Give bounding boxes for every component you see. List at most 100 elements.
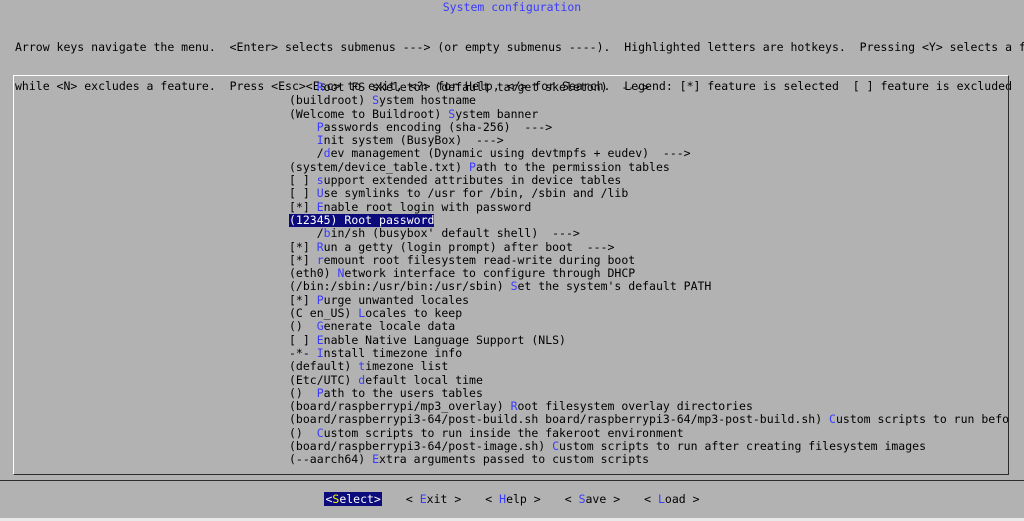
menu-item-label: ev management (Dynamic using devtmpfs + … bbox=[330, 146, 691, 161]
menu-item[interactable]: [*] Enable root login with password bbox=[289, 200, 1009, 214]
menu-item-hotkey: E bbox=[316, 332, 324, 347]
menu-item[interactable]: (eth0) Network interface to configure th… bbox=[289, 267, 1009, 280]
menu-item-hotkey: d bbox=[323, 146, 331, 161]
menu-item-label: nit system (BusyBox) ---> bbox=[323, 133, 504, 148]
menu-item[interactable]: () Custom scripts to run inside the fake… bbox=[289, 425, 1009, 440]
menu-item-prefix: (buildroot) bbox=[289, 93, 373, 108]
help-line: Arrow keys navigate the menu. <Enter> se… bbox=[15, 39, 1024, 54]
menu-item[interactable]: Root FS skeleton (default target skeleto… bbox=[289, 81, 1009, 94]
menu-item-hotkey: C bbox=[829, 412, 836, 427]
menu-item-prefix: () bbox=[289, 385, 317, 400]
menu-item-prefix: / bbox=[289, 146, 324, 161]
menu-item[interactable]: [*] Purge unwanted locales bbox=[289, 292, 1009, 307]
button-label-part: < bbox=[564, 492, 579, 506]
menu-item-hotkey: P bbox=[316, 385, 324, 400]
menu-item-prefix: [*] bbox=[289, 252, 317, 267]
menu-item-prefix: (system/device_table.txt) bbox=[289, 159, 470, 174]
menu-item-prefix: -*- bbox=[289, 345, 317, 360]
menu-item-label: ocales to keep bbox=[365, 306, 463, 321]
window-title: System configuration bbox=[442, 0, 582, 14]
menu-item-label: etwork interface to configure through DH… bbox=[344, 266, 636, 281]
menu-item-prefix: (board/raspberrypi3-64/post-build.sh boa… bbox=[289, 412, 830, 427]
menu-item-hotkey: E bbox=[372, 452, 380, 467]
menu-item-prefix: [ ] bbox=[289, 173, 317, 188]
menu-item[interactable]: /dev management (Dynamic using devtmpfs … bbox=[289, 147, 1009, 160]
menu-item-hotkey: P bbox=[316, 119, 324, 134]
menu-item-hotkey: s bbox=[316, 173, 324, 188]
menu-item[interactable]: () Generate locale data bbox=[289, 320, 1009, 333]
menu-item-prefix: (12345) bbox=[289, 212, 345, 227]
menu-item-prefix: [*] bbox=[289, 292, 317, 307]
menu-item[interactable]: (Etc/UTC) default local time bbox=[289, 372, 1009, 387]
menu-item-label: imezone list bbox=[365, 359, 449, 374]
menu-item-prefix: [ ] bbox=[289, 332, 317, 347]
menu-item[interactable]: (C en_US) Locales to keep bbox=[289, 306, 1009, 321]
menu-item-hotkey: I bbox=[316, 345, 324, 360]
button-label-part: < bbox=[485, 492, 500, 506]
menu-item-label: et the system's default PATH bbox=[517, 279, 712, 294]
button-hotkey: L bbox=[657, 492, 665, 506]
menu-item-prefix bbox=[289, 133, 317, 147]
menu-item-prefix: (eth0) bbox=[289, 266, 338, 281]
menu-item[interactable]: Passwords encoding (sha-256) ---> bbox=[289, 119, 1009, 134]
button-hotkey: E bbox=[419, 492, 427, 506]
load-button[interactable]: < Load > bbox=[644, 492, 699, 506]
menu-item-label: ystem hostname bbox=[379, 93, 476, 108]
menu-item-label: se symlinks to /usr for /bin, /sbin and … bbox=[323, 186, 629, 201]
menu-item[interactable]: (12345) Root password bbox=[289, 212, 435, 228]
menu-item-hotkey: S bbox=[372, 93, 380, 108]
menu-item-label: asswords encoding (sha-256) ---> bbox=[323, 119, 553, 134]
menu-item[interactable]: (default) timezone list bbox=[289, 360, 1009, 373]
menu-item[interactable]: [ ] Use symlinks to /usr for /bin, /sbin… bbox=[289, 187, 1009, 200]
menu-item-prefix: (C en_US) bbox=[289, 306, 359, 321]
select-button[interactable]: <Select> bbox=[324, 492, 382, 506]
menu-item[interactable]: (board/raspberrypi3-64/post-image.sh) Cu… bbox=[289, 439, 1009, 454]
menu-item-prefix: (/bin:/sbin:/usr/bin:/usr/sbin) bbox=[289, 279, 511, 294]
menu-item[interactable]: [ ] support extended attributes in devic… bbox=[289, 173, 1009, 188]
menu-item-label: efault local time bbox=[365, 372, 483, 387]
menu-item-hotkey: C bbox=[316, 425, 324, 440]
menu-item-prefix bbox=[289, 120, 317, 134]
menu-item-hotkey: S bbox=[510, 279, 518, 294]
menu-item-prefix: [*] bbox=[289, 239, 317, 254]
menu-item-prefix: / bbox=[289, 226, 324, 241]
exit-button[interactable]: < Exit > bbox=[406, 492, 461, 506]
menu-item-label: oot filesystem overlay directories bbox=[517, 399, 753, 414]
menu-item[interactable]: (board/raspberrypi/mp3_overlay) Root fil… bbox=[289, 399, 1009, 414]
menu-item[interactable]: () Path to the users tables bbox=[289, 385, 1009, 400]
menu-item-label: enerate locale data bbox=[323, 319, 456, 334]
menu-item-label: ystem banner bbox=[455, 106, 539, 121]
menu-item[interactable]: Init system (BusyBox) ---> bbox=[289, 134, 1009, 147]
menu-item[interactable]: (--aarch64) Extra arguments passed to cu… bbox=[289, 453, 1009, 466]
menu-item-label: urge unwanted locales bbox=[323, 292, 470, 307]
menu-item[interactable]: [ ] Enable Native Language Support (NLS) bbox=[289, 332, 1009, 347]
menu-item[interactable]: [*] remount root filesystem read-write d… bbox=[289, 252, 1009, 267]
menu-item-prefix: (board/raspberrypi3-64/post-image.sh) bbox=[289, 439, 553, 454]
help-button[interactable]: < Help > bbox=[485, 492, 540, 506]
menu-item-hotkey: P bbox=[469, 159, 476, 174]
save-button[interactable]: < Save > bbox=[565, 492, 620, 506]
menu-item[interactable]: (system/device_table.txt) Path to the pe… bbox=[289, 159, 1009, 174]
menu-item-hotkey: U bbox=[316, 186, 324, 201]
menu-item[interactable]: [*] Run a getty (login prompt) after boo… bbox=[289, 239, 1009, 254]
menu-item-hotkey: R bbox=[316, 239, 324, 254]
menu-item[interactable]: (Welcome to Buildroot) System banner bbox=[289, 106, 1009, 121]
divider bbox=[0, 480, 1024, 481]
menu-item-prefix bbox=[289, 81, 317, 94]
menu-item-label: nstall timezone info bbox=[323, 345, 463, 360]
menu-item-hotkey: I bbox=[316, 133, 324, 148]
menu-item-prefix: (Etc/UTC) bbox=[289, 372, 359, 387]
menu-item[interactable]: -*- Install timezone info bbox=[289, 345, 1009, 360]
menu-item[interactable]: (/bin:/sbin:/usr/bin:/usr/sbin) Set the … bbox=[289, 280, 1009, 293]
menu-item-hotkey: R bbox=[316, 81, 324, 94]
menu-item-hotkey: P bbox=[316, 292, 324, 307]
menu-item-prefix: (Welcome to Buildroot) bbox=[289, 106, 449, 121]
menu-item[interactable]: (buildroot) System hostname bbox=[289, 94, 1009, 107]
menu-item-label: ustom scripts to run inside the fakeroot… bbox=[323, 425, 684, 440]
menu-item-label: emount root filesystem read-write during… bbox=[323, 252, 636, 267]
menu-item[interactable]: (board/raspberrypi3-64/post-build.sh boa… bbox=[289, 413, 1009, 426]
menu-item-label: in/sh (busybox' default shell) ---> bbox=[330, 226, 580, 241]
menu-item-label: ath to the permission tables bbox=[475, 159, 670, 174]
menu-item-label: nable Native Language Support (NLS) bbox=[323, 332, 566, 347]
menu-item[interactable]: /bin/sh (busybox' default shell) ---> bbox=[289, 227, 1009, 240]
